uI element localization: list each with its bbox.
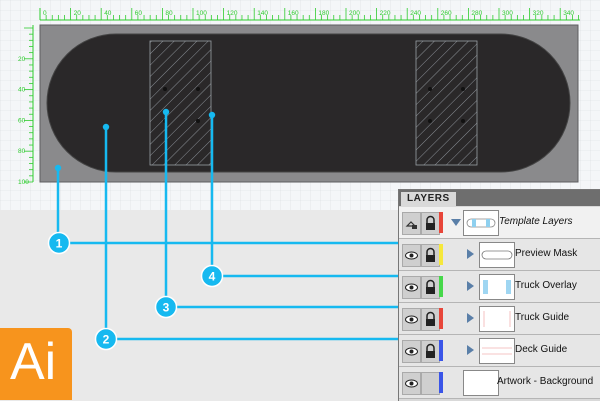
layer-row-template-layers[interactable]: Template Layers xyxy=(399,207,600,239)
layer-color-swatch xyxy=(439,244,443,265)
layer-row-preview-mask[interactable]: Preview Mask xyxy=(399,239,600,271)
eye-icon[interactable] xyxy=(402,372,421,395)
callout-badge-3: 3 xyxy=(154,295,178,319)
panel-tab-bar: LAYERS xyxy=(399,190,600,206)
template-icon[interactable] xyxy=(402,212,421,235)
ruler-label: 260 xyxy=(441,10,452,17)
lock-toggle-empty[interactable] xyxy=(421,372,440,395)
ruler-label: 40 xyxy=(104,10,112,17)
ruler-label: 340 xyxy=(563,10,574,17)
bolt-hole xyxy=(428,87,432,91)
ruler-label: 140 xyxy=(257,10,268,17)
ruler-label: 180 xyxy=(318,10,329,17)
layer-thumbnail xyxy=(479,274,515,300)
logo-text: Ai xyxy=(10,333,57,391)
layer-row-truck-overlay[interactable]: Truck Overlay xyxy=(399,271,600,303)
ruler-label: 320 xyxy=(533,10,544,17)
ruler-label: 60 xyxy=(135,10,143,17)
layer-name: Artwork - Background xyxy=(497,376,594,387)
bolt-hole xyxy=(163,87,167,91)
lock-icon[interactable] xyxy=(421,340,440,363)
ruler-label: 280 xyxy=(471,10,482,17)
collapsed-triangle-icon[interactable] xyxy=(467,281,474,291)
expanded-triangle-icon[interactable] xyxy=(451,219,461,226)
ruler-label: 100 xyxy=(196,10,207,17)
lock-icon[interactable] xyxy=(421,276,440,299)
collapsed-triangle-icon[interactable] xyxy=(467,345,474,355)
layer-name: Deck Guide xyxy=(515,344,568,355)
ruler-label: 220 xyxy=(380,10,391,17)
layer-thumbnail xyxy=(479,306,515,332)
ruler-label: 240 xyxy=(410,10,421,17)
truck-overlay-right xyxy=(415,40,478,166)
bolt-hole xyxy=(461,119,465,123)
layer-color-swatch xyxy=(439,212,443,233)
ruler-label: 200 xyxy=(349,10,360,17)
svg-text:2: 2 xyxy=(103,333,110,347)
callout-badge-4: 4 xyxy=(200,264,224,288)
layer-thumbnail xyxy=(463,210,499,236)
layer-color-swatch xyxy=(439,308,443,329)
svg-text:3: 3 xyxy=(163,301,170,315)
ruler-label: 20 xyxy=(74,10,82,17)
layer-name: Truck Overlay xyxy=(515,280,577,291)
bolt-hole xyxy=(196,119,200,123)
layer-thumbnail xyxy=(463,370,499,396)
lock-icon[interactable] xyxy=(421,308,440,331)
layer-name: Preview Mask xyxy=(515,248,578,259)
layers-panel: LAYERS Template Layers Preview Mask Truc… xyxy=(398,189,600,401)
ruler-label: 120 xyxy=(227,10,238,17)
ruler-label: 100 xyxy=(18,179,29,186)
lock-icon[interactable] xyxy=(421,212,440,235)
layer-color-swatch xyxy=(439,276,443,297)
collapsed-triangle-icon[interactable] xyxy=(467,249,474,259)
svg-text:4: 4 xyxy=(209,270,216,284)
ruler-label: 0 xyxy=(43,10,47,17)
callout-badge-2: 2 xyxy=(94,327,118,351)
ruler-label: 60 xyxy=(18,117,26,124)
tab-layers[interactable]: LAYERS xyxy=(401,192,456,206)
bolt-hole xyxy=(196,87,200,91)
collapsed-triangle-icon[interactable] xyxy=(467,313,474,323)
illustrator-logo: Ai xyxy=(0,328,72,400)
svg-text:1: 1 xyxy=(56,237,63,251)
eye-icon[interactable] xyxy=(402,276,421,299)
layer-name: Truck Guide xyxy=(515,312,570,323)
skateboard-deck xyxy=(46,33,571,173)
ruler-label: 80 xyxy=(165,10,173,17)
layer-color-swatch xyxy=(439,372,443,393)
layer-row-truck-guide[interactable]: Truck Guide xyxy=(399,303,600,335)
layer-thumbnail xyxy=(479,242,515,268)
layer-name: Template Layers xyxy=(499,216,573,227)
bolt-hole xyxy=(428,119,432,123)
ruler-label: 160 xyxy=(288,10,299,17)
eye-icon[interactable] xyxy=(402,244,421,267)
ruler-label: 80 xyxy=(18,148,26,155)
ruler-label: 20 xyxy=(18,56,26,63)
eye-icon[interactable] xyxy=(402,308,421,331)
ruler-label: 40 xyxy=(18,87,26,94)
layer-color-swatch xyxy=(439,340,443,361)
lock-icon[interactable] xyxy=(421,244,440,267)
layer-thumbnail xyxy=(479,338,515,364)
ruler-label: 300 xyxy=(502,10,513,17)
bolt-hole xyxy=(461,87,465,91)
callout-badge-1: 1 xyxy=(47,231,71,255)
eye-icon[interactable] xyxy=(402,340,421,363)
layer-row-deck-guide[interactable]: Deck Guide xyxy=(399,335,600,367)
layer-row-artwork-background[interactable]: Artwork - Background xyxy=(399,367,600,399)
truck-overlay-left xyxy=(149,40,212,166)
